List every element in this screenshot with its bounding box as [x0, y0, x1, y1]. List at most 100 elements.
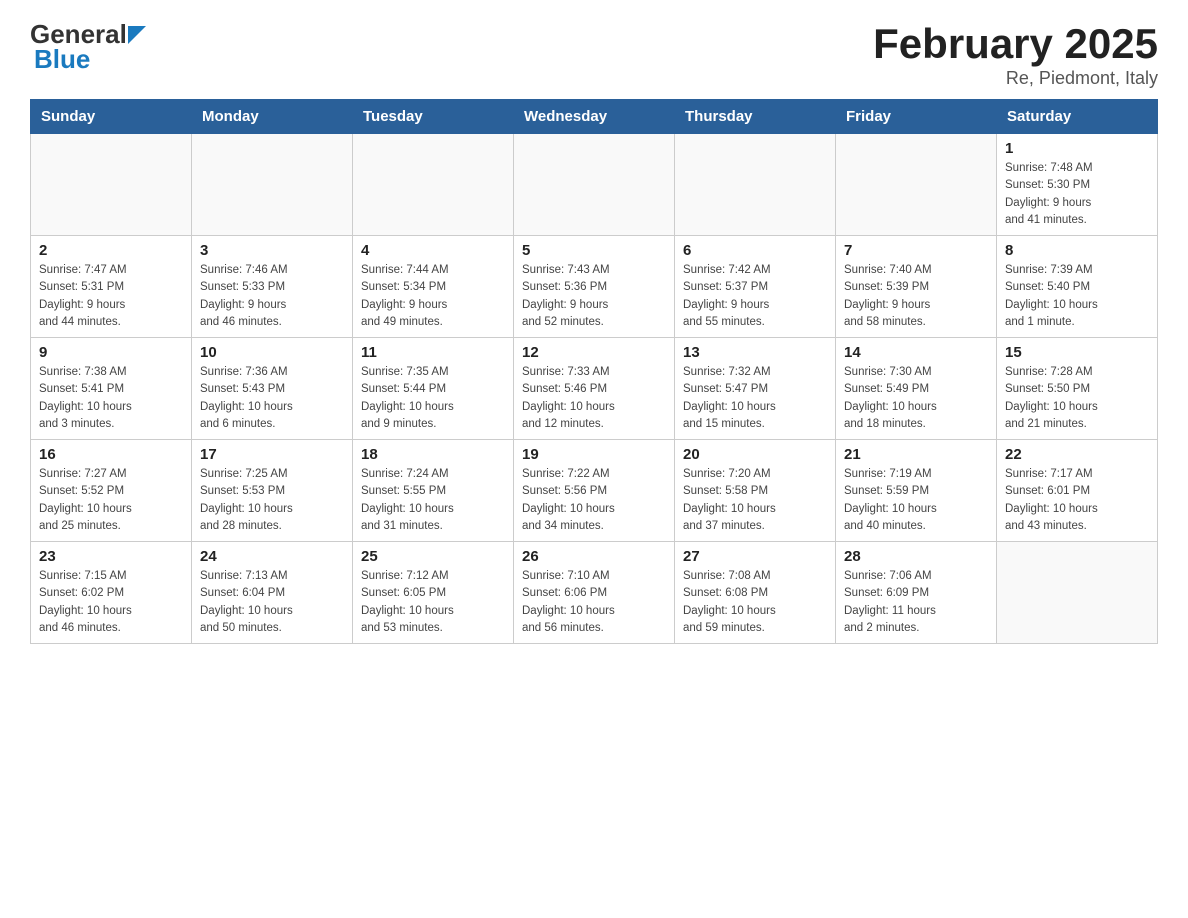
day-number: 1: [1005, 140, 1149, 157]
day-number: 8: [1005, 242, 1149, 259]
calendar-cell: 3 Sunrise: 7:46 AMSunset: 5:33 PMDaylight…: [192, 236, 353, 338]
day-info: Sunrise: 7:22 AMSunset: 5:56 PMDaylight:…: [522, 466, 666, 535]
title-block: February 2025 Re, Piedmont, Italy: [873, 20, 1158, 89]
calendar-cell: 23 Sunrise: 7:15 AMSunset: 6:02 PMDayligh…: [31, 542, 192, 644]
day-number: 22: [1005, 446, 1149, 463]
calendar-body: 1 Sunrise: 7:48 AMSunset: 5:30 PMDaylight…: [31, 134, 1158, 644]
day-info: Sunrise: 7:44 AMSunset: 5:34 PMDaylight:…: [361, 262, 505, 331]
day-info: Sunrise: 7:13 AMSunset: 6:04 PMDaylight:…: [200, 568, 344, 637]
day-info: Sunrise: 7:25 AMSunset: 5:53 PMDaylight:…: [200, 466, 344, 535]
day-info: Sunrise: 7:06 AMSunset: 6:09 PMDaylight:…: [844, 568, 988, 637]
calendar-cell: 5 Sunrise: 7:43 AMSunset: 5:36 PMDaylight…: [514, 236, 675, 338]
calendar-cell: 15 Sunrise: 7:28 AMSunset: 5:50 PMDayligh…: [997, 338, 1158, 440]
day-number: 10: [200, 344, 344, 361]
weekday-header-wednesday: Wednesday: [514, 100, 675, 134]
day-info: Sunrise: 7:28 AMSunset: 5:50 PMDaylight:…: [1005, 364, 1149, 433]
weekday-header-row: SundayMondayTuesdayWednesdayThursdayFrid…: [31, 100, 1158, 134]
day-number: 11: [361, 344, 505, 361]
calendar-cell: 20 Sunrise: 7:20 AMSunset: 5:58 PMDayligh…: [675, 440, 836, 542]
calendar-cell: 4 Sunrise: 7:44 AMSunset: 5:34 PMDaylight…: [353, 236, 514, 338]
day-number: 3: [200, 242, 344, 259]
day-number: 25: [361, 548, 505, 565]
calendar-cell: 26 Sunrise: 7:10 AMSunset: 6:06 PMDayligh…: [514, 542, 675, 644]
calendar-week-4: 16Sunrise: 7:27 AMSunset: 5:52 PMDayligh…: [31, 440, 1158, 542]
day-info: Sunrise: 7:08 AMSunset: 6:08 PMDaylight:…: [683, 568, 827, 637]
day-number: 4: [361, 242, 505, 259]
calendar-header: SundayMondayTuesdayWednesdayThursdayFrid…: [31, 100, 1158, 134]
calendar-cell: 21 Sunrise: 7:19 AMSunset: 5:59 PMDayligh…: [836, 440, 997, 542]
day-info: Sunrise: 7:27 AMSunset: 5:52 PMDaylight:…: [39, 466, 183, 535]
day-number: 9: [39, 344, 183, 361]
day-number: 7: [844, 242, 988, 259]
day-info: Sunrise: 7:33 AMSunset: 5:46 PMDaylight:…: [522, 364, 666, 433]
calendar-cell: [997, 542, 1158, 644]
day-info: Sunrise: 7:15 AMSunset: 6:02 PMDaylight:…: [39, 568, 183, 637]
day-info: Sunrise: 7:35 AMSunset: 5:44 PMDaylight:…: [361, 364, 505, 433]
calendar-cell: 10 Sunrise: 7:36 AMSunset: 5:43 PMDayligh…: [192, 338, 353, 440]
day-number: 19: [522, 446, 666, 463]
calendar-week-1: 1 Sunrise: 7:48 AMSunset: 5:30 PMDaylight…: [31, 134, 1158, 236]
day-info: Sunrise: 7:46 AMSunset: 5:33 PMDaylight:…: [200, 262, 344, 331]
calendar-cell: 9 Sunrise: 7:38 AMSunset: 5:41 PMDaylight…: [31, 338, 192, 440]
day-info: Sunrise: 7:20 AMSunset: 5:58 PMDaylight:…: [683, 466, 827, 535]
day-number: 21: [844, 446, 988, 463]
day-info: Sunrise: 7:48 AMSunset: 5:30 PMDaylight:…: [1005, 160, 1149, 229]
weekday-header-saturday: Saturday: [997, 100, 1158, 134]
calendar-cell: 28 Sunrise: 7:06 AMSunset: 6:09 PMDayligh…: [836, 542, 997, 644]
day-number: 17: [200, 446, 344, 463]
calendar-cell: 1 Sunrise: 7:48 AMSunset: 5:30 PMDaylight…: [997, 134, 1158, 236]
calendar-cell: 12 Sunrise: 7:33 AMSunset: 5:46 PMDayligh…: [514, 338, 675, 440]
day-info: Sunrise: 7:39 AMSunset: 5:40 PMDaylight:…: [1005, 262, 1149, 331]
day-info: Sunrise: 7:36 AMSunset: 5:43 PMDaylight:…: [200, 364, 344, 433]
day-info: Sunrise: 7:38 AMSunset: 5:41 PMDaylight:…: [39, 364, 183, 433]
weekday-header-sunday: Sunday: [31, 100, 192, 134]
day-info: Sunrise: 7:24 AMSunset: 5:55 PMDaylight:…: [361, 466, 505, 535]
calendar-cell: 18 Sunrise: 7:24 AMSunset: 5:55 PMDayligh…: [353, 440, 514, 542]
calendar-cell: 11 Sunrise: 7:35 AMSunset: 5:44 PMDayligh…: [353, 338, 514, 440]
day-number: 28: [844, 548, 988, 565]
day-info: Sunrise: 7:12 AMSunset: 6:05 PMDaylight:…: [361, 568, 505, 637]
day-number: 27: [683, 548, 827, 565]
page-subtitle: Re, Piedmont, Italy: [873, 68, 1158, 89]
day-number: 14: [844, 344, 988, 361]
day-number: 6: [683, 242, 827, 259]
day-info: Sunrise: 7:17 AMSunset: 6:01 PMDaylight:…: [1005, 466, 1149, 535]
calendar-cell: 13Sunrise: 7:32 AMSunset: 5:47 PMDayligh…: [675, 338, 836, 440]
logo-triangle-icon: [128, 26, 146, 44]
calendar-cell: [836, 134, 997, 236]
calendar-cell: 2Sunrise: 7:47 AMSunset: 5:31 PMDaylight…: [31, 236, 192, 338]
calendar-cell: 6Sunrise: 7:42 AMSunset: 5:37 PMDaylight…: [675, 236, 836, 338]
weekday-header-monday: Monday: [192, 100, 353, 134]
page-title: February 2025: [873, 20, 1158, 68]
day-number: 23: [39, 548, 183, 565]
calendar-cell: 22 Sunrise: 7:17 AMSunset: 6:01 PMDayligh…: [997, 440, 1158, 542]
page-header: General Blue February 2025 Re, Piedmont,…: [30, 20, 1158, 89]
weekday-header-thursday: Thursday: [675, 100, 836, 134]
day-number: 26: [522, 548, 666, 565]
day-info: Sunrise: 7:32 AMSunset: 5:47 PMDaylight:…: [683, 364, 827, 433]
calendar-cell: 19 Sunrise: 7:22 AMSunset: 5:56 PMDayligh…: [514, 440, 675, 542]
day-info: Sunrise: 7:40 AMSunset: 5:39 PMDaylight:…: [844, 262, 988, 331]
day-info: Sunrise: 7:19 AMSunset: 5:59 PMDaylight:…: [844, 466, 988, 535]
day-number: 20: [683, 446, 827, 463]
calendar-cell: [514, 134, 675, 236]
calendar-cell: [353, 134, 514, 236]
calendar-cell: 27 Sunrise: 7:08 AMSunset: 6:08 PMDayligh…: [675, 542, 836, 644]
day-info: Sunrise: 7:10 AMSunset: 6:06 PMDaylight:…: [522, 568, 666, 637]
day-number: 12: [522, 344, 666, 361]
calendar-table: SundayMondayTuesdayWednesdayThursdayFrid…: [30, 99, 1158, 644]
logo-blue-text: Blue: [34, 45, 146, 74]
calendar-week-5: 23 Sunrise: 7:15 AMSunset: 6:02 PMDayligh…: [31, 542, 1158, 644]
calendar-cell: [31, 134, 192, 236]
calendar-week-3: 9 Sunrise: 7:38 AMSunset: 5:41 PMDaylight…: [31, 338, 1158, 440]
day-number: 24: [200, 548, 344, 565]
day-info: Sunrise: 7:43 AMSunset: 5:36 PMDaylight:…: [522, 262, 666, 331]
calendar-cell: 24 Sunrise: 7:13 AMSunset: 6:04 PMDayligh…: [192, 542, 353, 644]
day-number: 15: [1005, 344, 1149, 361]
weekday-header-tuesday: Tuesday: [353, 100, 514, 134]
calendar-cell: 14 Sunrise: 7:30 AMSunset: 5:49 PMDayligh…: [836, 338, 997, 440]
weekday-header-friday: Friday: [836, 100, 997, 134]
day-info: Sunrise: 7:30 AMSunset: 5:49 PMDaylight:…: [844, 364, 988, 433]
day-number: 5: [522, 242, 666, 259]
day-number: 18: [361, 446, 505, 463]
